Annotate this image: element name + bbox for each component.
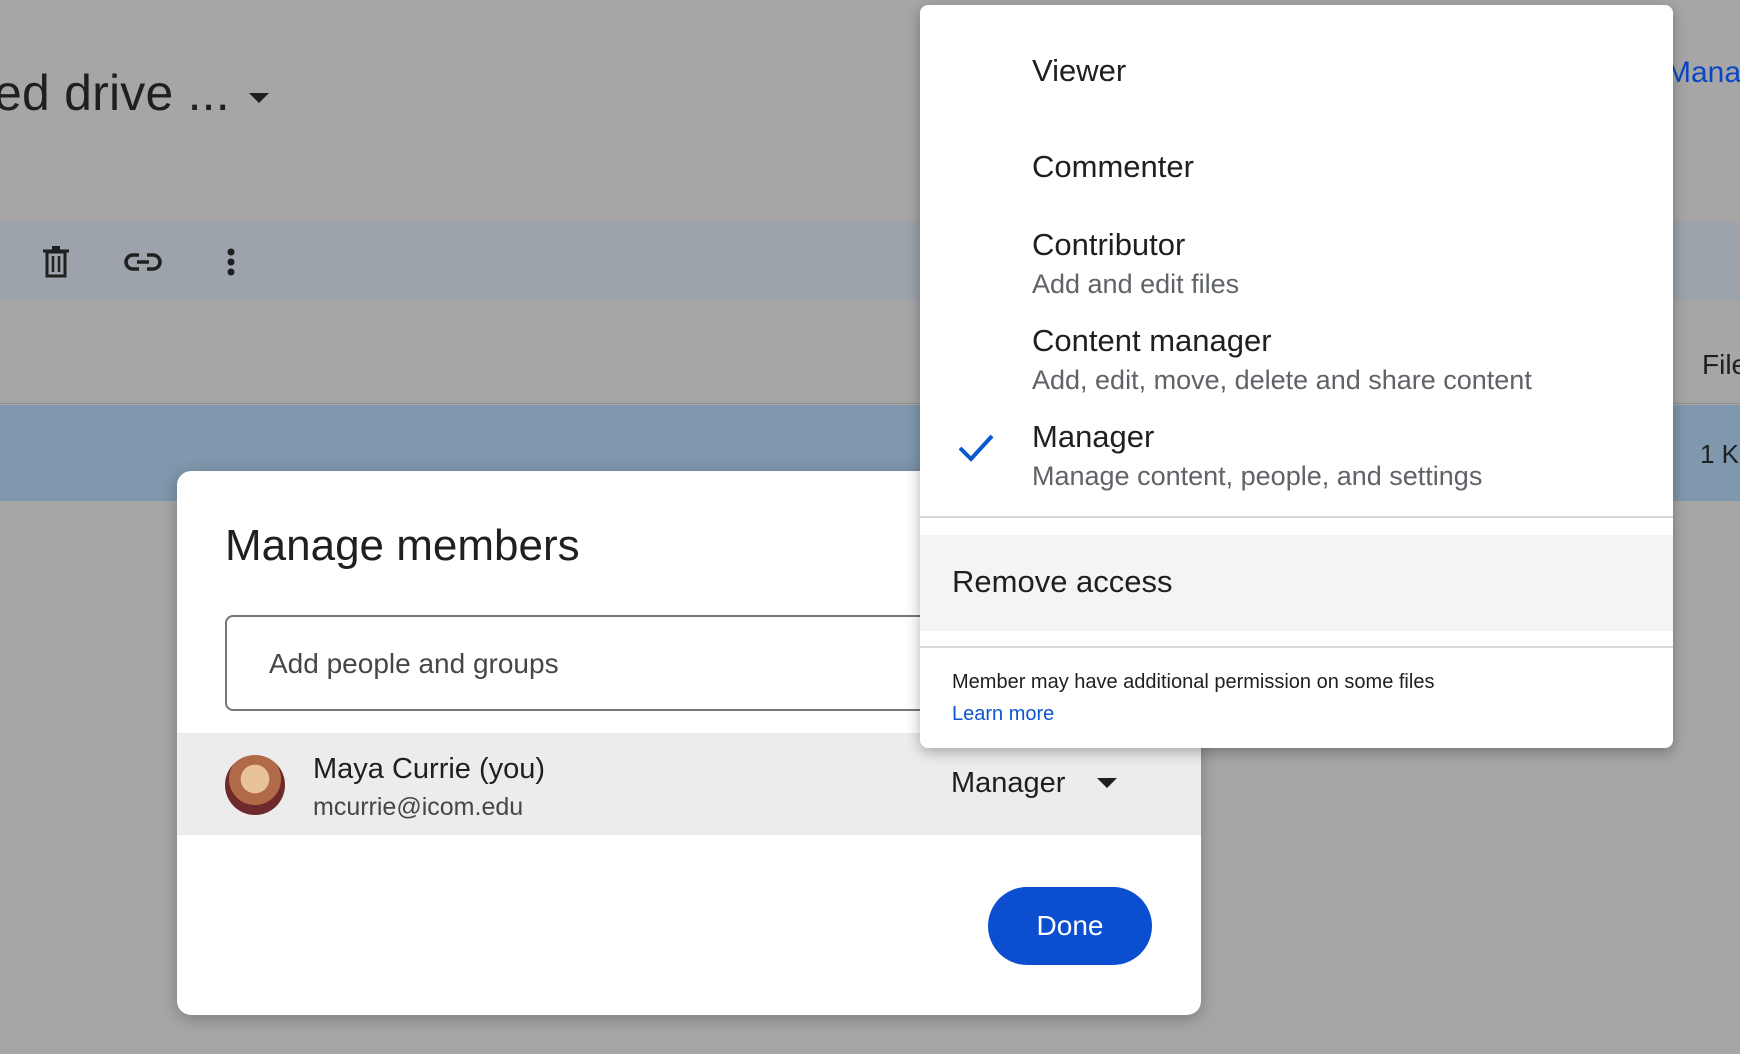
role-menu: Viewer Commenter Contributor Add and edi…	[920, 5, 1673, 748]
link-icon	[124, 253, 162, 271]
menu-item-commenter[interactable]: Commenter	[920, 135, 1673, 205]
permission-note: Member may have additional permission on…	[952, 671, 1435, 693]
learn-more-link[interactable]: Learn more	[952, 703, 1054, 726]
menu-item-description: Add, edit, move, delete and share conten…	[1032, 365, 1532, 395]
menu-item-content-manager[interactable]: Content manager Add, edit, move, delete …	[920, 311, 1673, 407]
menu-item-label: Viewer	[1032, 53, 1127, 88]
menu-item-label: Commenter	[1032, 149, 1194, 184]
dialog-title: Manage members	[225, 521, 580, 570]
menu-item-manager[interactable]: Manager Manage content, people, and sett…	[920, 407, 1673, 503]
menu-item-description: Manage content, people, and settings	[1032, 461, 1483, 491]
manage-link: Manag	[1666, 56, 1740, 89]
more-vert-icon	[227, 248, 235, 276]
menu-divider	[920, 646, 1673, 648]
member-name: Maya Currie (you)	[313, 753, 546, 785]
avatar	[225, 755, 285, 815]
trash-icon	[43, 246, 69, 278]
menu-item-label: Contributor	[1032, 227, 1186, 262]
file-size-value: 1 KI	[1700, 439, 1740, 469]
menu-divider	[920, 516, 1673, 518]
member-role-label: Manager	[951, 766, 1066, 799]
menu-item-viewer[interactable]: Viewer	[920, 35, 1673, 115]
add-people-input[interactable]	[267, 643, 871, 685]
check-icon	[958, 434, 994, 462]
menu-item-label: Content manager	[1032, 323, 1272, 358]
remove-access-label: Remove access	[952, 564, 1173, 599]
file-size-column-header: File	[1702, 349, 1740, 380]
member-role-dropdown[interactable]: Manager	[951, 761, 1118, 805]
member-email: mcurrie@icom.edu	[313, 793, 524, 821]
menu-item-contributor[interactable]: Contributor Add and edit files	[920, 215, 1673, 311]
shared-drive-title: ed drive ...	[0, 65, 230, 121]
member-row: Maya Currie (you) mcurrie@icom.edu Manag…	[177, 733, 1201, 835]
menu-item-description: Add and edit files	[1032, 269, 1240, 299]
remove-access-item[interactable]: Remove access	[920, 535, 1673, 631]
done-button[interactable]: Done	[988, 887, 1152, 965]
menu-item-label: Manager	[1032, 419, 1155, 454]
chevron-down-icon	[1097, 778, 1118, 788]
title-dropdown-icon	[249, 93, 269, 103]
